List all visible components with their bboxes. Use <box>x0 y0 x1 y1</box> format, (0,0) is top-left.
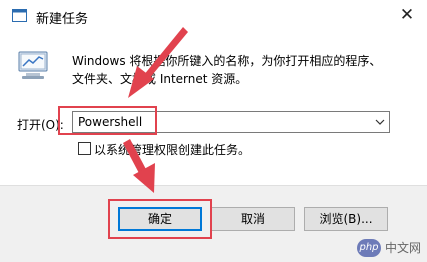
close-button[interactable]: ✕ <box>387 0 427 33</box>
description-line-1: Windows 将根据你所键入的名称，为你打开相应的程序、 <box>72 54 382 68</box>
watermark-text: 中文网 <box>384 241 421 255</box>
php-logo: php <box>357 239 381 257</box>
dialog-content: Windows 将根据你所键入的名称，为你打开相应的程序、 文件夹、文档或 In… <box>0 33 427 185</box>
admin-checkbox-label[interactable]: 以系统管理权限创建此任务。 <box>94 141 250 158</box>
command-input[interactable]: Powershell <box>78 115 142 129</box>
cancel-button[interactable]: 取消 <box>211 207 295 231</box>
open-label: 打开(O): <box>17 118 64 132</box>
run-program-icon <box>18 51 48 79</box>
app-window-icon <box>12 9 27 22</box>
window-title: 新建任务 <box>36 12 89 27</box>
command-combobox[interactable]: Powershell <box>72 111 390 133</box>
description-line-2: 文件夹、文档或 Internet 资源。 <box>72 72 248 86</box>
browse-button[interactable]: 浏览(B)... <box>304 207 388 231</box>
ok-button[interactable]: 确定 <box>118 207 202 231</box>
close-icon: ✕ <box>399 5 415 25</box>
admin-checkbox[interactable] <box>78 142 91 155</box>
chevron-down-icon[interactable] <box>375 117 385 127</box>
title-bar: 新建任务 ✕ <box>0 0 427 33</box>
description-text: Windows 将根据你所键入的名称，为你打开相应的程序、 文件夹、文档或 In… <box>72 52 402 88</box>
